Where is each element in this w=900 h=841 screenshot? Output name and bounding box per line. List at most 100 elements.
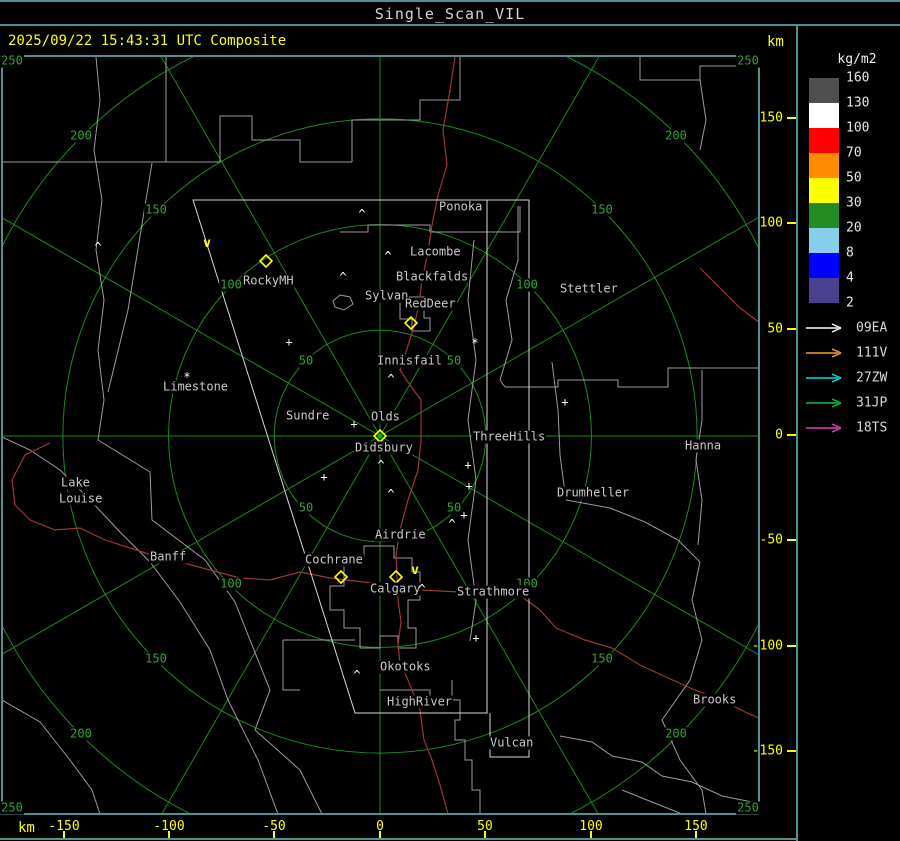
- storm-cell-marker: ^: [377, 458, 385, 472]
- azimuth-radial: [160, 56, 599, 814]
- right-axis-tick: [787, 328, 796, 330]
- city-label: Drumheller: [556, 485, 631, 500]
- colorbar-value-label: 4: [846, 270, 854, 286]
- bottom-axis-tick-label: -100: [153, 819, 185, 834]
- ring-distance-label: 200: [69, 128, 93, 143]
- ring-distance-label: 250: [736, 53, 760, 68]
- colorbar-value-label: 130: [846, 95, 870, 111]
- storm-cell-marker: +: [320, 470, 328, 484]
- colorbar-swatch: [809, 103, 839, 128]
- city-label: Strathmore: [456, 584, 531, 599]
- colorbar-swatch: [809, 253, 839, 278]
- bottom-axis-tick-label: 100: [579, 819, 603, 834]
- city-label: Ponoka: [438, 199, 484, 214]
- bottom-axis-tick-label: 50: [477, 819, 493, 834]
- ring-distance-label: 200: [664, 128, 688, 143]
- storm-cell-marker: ^: [384, 249, 392, 263]
- colorbar-swatch: [809, 128, 839, 153]
- ring-distance-label: 250: [736, 800, 760, 815]
- city-label: Cochrane: [304, 552, 364, 567]
- azimuth-radial: [2, 217, 759, 656]
- ring-distance-label: 150: [144, 651, 168, 666]
- storm-cell-marker: +: [285, 335, 293, 349]
- motion-vector-icon: v: [411, 563, 419, 578]
- right-axis-tick-label: 100: [759, 215, 783, 231]
- range-ring: [2, 56, 759, 814]
- vil-colorbar: [809, 78, 839, 303]
- radar-site-icon: [333, 569, 349, 585]
- storm-cell-marker: ^: [387, 487, 395, 501]
- city-label: Okotoks: [379, 659, 432, 674]
- ring-distance-label: 50: [445, 353, 463, 368]
- azimuth-radial: [2, 216, 759, 655]
- storm-cell-marker: ^: [418, 582, 426, 596]
- ring-distance-label: 100: [219, 277, 243, 292]
- colorbar-value-label: 50: [846, 170, 862, 186]
- radar-app-window: Single_Scan_VIL 2025/09/22 15:43:31 UTC …: [0, 0, 900, 841]
- storm-cell-marker: +: [464, 458, 472, 472]
- ring-distance-label: 250: [0, 53, 24, 68]
- colorbar-swatch: [809, 228, 839, 253]
- bottom-axis-tick-label: 0: [376, 819, 384, 834]
- ring-distance-label: 50: [297, 353, 315, 368]
- city-label: Olds: [370, 409, 401, 424]
- colorbar-swatch: [809, 278, 839, 303]
- bottom-axis-tick-label: -150: [48, 819, 80, 834]
- city-label: Banff: [149, 549, 188, 564]
- colorbar-value-label: 2: [846, 295, 854, 311]
- legend-site-id: 111V: [856, 345, 888, 361]
- colorbar-swatch: [809, 153, 839, 178]
- colorbar-value-label: 20: [846, 220, 862, 236]
- storm-cell-marker: +: [472, 631, 480, 645]
- colorbar-swatch: [809, 78, 839, 103]
- motion-vector-icon: v: [203, 236, 211, 251]
- city-label: Limestone: [162, 379, 230, 394]
- city-label: Calgary: [369, 581, 422, 596]
- legend-site-id: 31JP: [856, 395, 888, 411]
- storm-cell-marker: ^: [358, 207, 366, 221]
- city-label: Airdrie: [374, 527, 427, 542]
- ring-distance-label: 150: [590, 202, 614, 217]
- colorbar-value-label: 30: [846, 195, 862, 211]
- city-label: Louise: [58, 491, 104, 506]
- city-label: Lake: [60, 475, 91, 490]
- city-label: Blackfalds: [395, 269, 470, 284]
- right-axis-tick: [787, 539, 796, 541]
- ring-distance-label: 100: [219, 576, 243, 591]
- legend-site-id: 27ZW: [856, 370, 888, 386]
- ring-distance-label: 200: [664, 726, 688, 741]
- azimuth-radial: [161, 56, 600, 814]
- right-axis-tick-label: 150: [759, 110, 783, 126]
- ring-distance-label: 150: [144, 202, 168, 217]
- storm-cell-marker: +: [465, 479, 473, 493]
- right-axis-tick-label: -50: [759, 532, 783, 548]
- city-label: Innisfail: [376, 353, 444, 368]
- right-axis-tick: [787, 750, 796, 752]
- right-axis-tick-label: 0: [775, 427, 783, 443]
- colorbar-swatch: [809, 178, 839, 203]
- bottom-axis-tick-label: 150: [684, 819, 708, 834]
- range-ring-grid: [2, 56, 759, 814]
- city-label: HighRiver: [386, 694, 454, 709]
- city-label: RedDeer: [404, 296, 457, 311]
- storm-cell-marker: ^: [387, 372, 395, 386]
- right-axis-tick-label: 50: [767, 321, 783, 337]
- city-label: Sylvan: [364, 288, 410, 303]
- colorbar-value-label: 160: [846, 70, 870, 86]
- right-axis-tick: [787, 645, 796, 647]
- right-axis-tick-label: -100: [751, 638, 783, 654]
- storm-cell-marker: +: [460, 508, 468, 522]
- city-label: Vulcan: [489, 735, 535, 750]
- city-label: ThreeHills: [472, 429, 547, 444]
- storm-cell-marker: ^: [339, 270, 347, 284]
- map-frame: [0, 26, 798, 841]
- city-label: Hanna: [684, 438, 723, 453]
- city-label: Lacombe: [409, 244, 462, 259]
- storm-cell-marker: +: [561, 395, 569, 409]
- legend-site-id: 09EA: [856, 320, 888, 336]
- ring-distance-label: 200: [69, 726, 93, 741]
- radar-map-canvas[interactable]: [0, 0, 900, 841]
- ring-distance-label: 100: [515, 277, 539, 292]
- right-axis-tick-label: -150: [751, 743, 783, 759]
- colorbar-value-label: 8: [846, 245, 854, 261]
